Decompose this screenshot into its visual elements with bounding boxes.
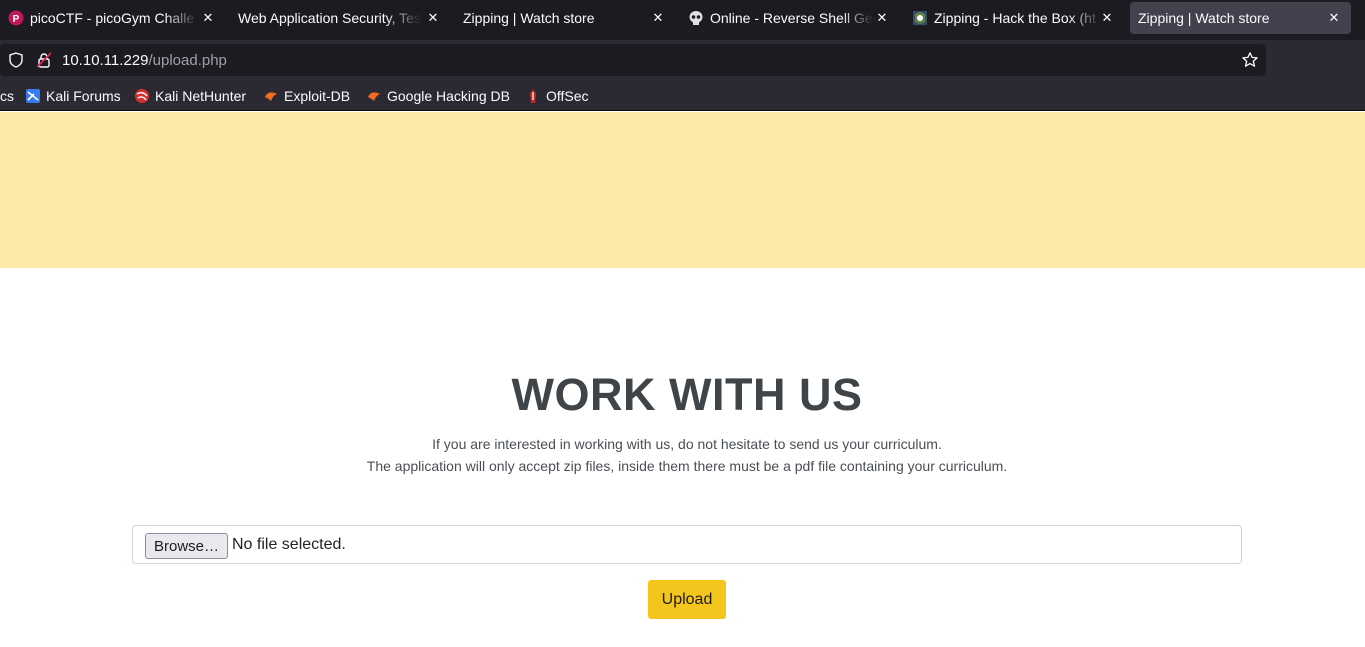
tab-title: picoCTF - picoGym Challe bbox=[30, 10, 195, 26]
tab-zipping-watch-store-active[interactable]: Zipping | Watch store ✕ bbox=[1130, 2, 1351, 34]
kali-nethunter-icon bbox=[134, 88, 150, 104]
bookmark-label: Kali NetHunter bbox=[155, 88, 247, 104]
url-host: 10.10.11.229 bbox=[62, 52, 149, 69]
tab-htb-zipping[interactable]: Zipping - Hack the Box (ht ✕ bbox=[907, 0, 1122, 36]
bookmark-google-hacking-db[interactable]: Google Hacking DB bbox=[366, 87, 510, 105]
bookmark-label: Google Hacking DB bbox=[387, 88, 510, 104]
ghdb-icon bbox=[366, 88, 382, 104]
browse-button[interactable]: Browse… bbox=[145, 533, 228, 559]
url-path: /upload.php bbox=[148, 52, 227, 69]
tab-title: Web Application Security, Tes bbox=[238, 10, 421, 26]
skull-icon bbox=[688, 10, 704, 26]
htb-icon bbox=[912, 10, 928, 26]
bookmark-kali-nethunter[interactable]: Kali NetHunter bbox=[134, 87, 246, 105]
tab-reverse-shell[interactable]: Online - Reverse Shell Ge ✕ bbox=[682, 0, 897, 36]
offsec-icon bbox=[525, 88, 541, 104]
insecure-lock-icon[interactable] bbox=[36, 52, 52, 73]
url-text[interactable]: 10.10.11.229/upload.php bbox=[62, 52, 227, 69]
tab-title: Zipping | Watch store bbox=[1138, 10, 1270, 26]
close-icon[interactable]: ✕ bbox=[1325, 9, 1343, 27]
bookmark-label: Exploit-DB bbox=[284, 88, 351, 104]
kali-forums-icon bbox=[25, 88, 41, 104]
description-line-1: If you are interested in working with us… bbox=[432, 436, 942, 452]
hero-banner bbox=[0, 112, 1365, 268]
page-title: WORK WITH US bbox=[511, 369, 863, 420]
tab-title: Zipping - Hack the Box (ht bbox=[934, 10, 1096, 26]
tab-web-app-security[interactable]: Web Application Security, Tes ✕ bbox=[233, 0, 448, 36]
bookmark-star-icon[interactable] bbox=[1241, 51, 1259, 74]
tab-title: Zipping | Watch store bbox=[463, 10, 595, 26]
bookmark-offsec[interactable]: OffSec bbox=[525, 87, 589, 105]
tab-picoctf[interactable]: P picoCTF - picoGym Challe ✕ bbox=[8, 0, 223, 36]
exploit-db-icon bbox=[263, 88, 279, 104]
bookmark-label: cs bbox=[0, 88, 14, 104]
bookmark-label: OffSec bbox=[546, 88, 589, 104]
bookmark-kali-forums[interactable]: Kali Forums bbox=[25, 87, 121, 105]
picoctf-icon: P bbox=[8, 10, 24, 26]
url-bar[interactable]: 10.10.11.229/upload.php bbox=[0, 44, 1266, 76]
svg-text:P: P bbox=[13, 14, 20, 25]
navigation-toolbar: 10.10.11.229/upload.php bbox=[0, 40, 1365, 80]
tab-strip: P picoCTF - picoGym Challe ✕ Web Applica… bbox=[0, 0, 1365, 40]
file-input[interactable]: Browse… No file selected. bbox=[132, 525, 1242, 564]
close-icon[interactable]: ✕ bbox=[199, 9, 217, 27]
bookmarks-toolbar: cs Kali Forums Kali NetHunter Exploit-DB… bbox=[0, 80, 1365, 111]
shield-icon[interactable] bbox=[8, 52, 24, 73]
tab-zipping-watch-store[interactable]: Zipping | Watch store ✕ bbox=[458, 0, 673, 36]
upload-button[interactable]: Upload bbox=[648, 580, 726, 619]
bookmark-label: Kali Forums bbox=[46, 88, 121, 104]
close-icon[interactable]: ✕ bbox=[873, 9, 891, 27]
close-icon[interactable]: ✕ bbox=[424, 9, 442, 27]
file-status: No file selected. bbox=[232, 536, 346, 553]
close-icon[interactable]: ✕ bbox=[649, 9, 667, 27]
bookmark-exploit-db[interactable]: Exploit-DB bbox=[263, 87, 350, 105]
description-line-2: The application will only accept zip fil… bbox=[366, 458, 1008, 474]
close-icon[interactable]: ✕ bbox=[1098, 9, 1116, 27]
tab-title: Online - Reverse Shell Ge bbox=[710, 10, 873, 26]
bookmark-cs[interactable]: cs bbox=[0, 87, 14, 105]
